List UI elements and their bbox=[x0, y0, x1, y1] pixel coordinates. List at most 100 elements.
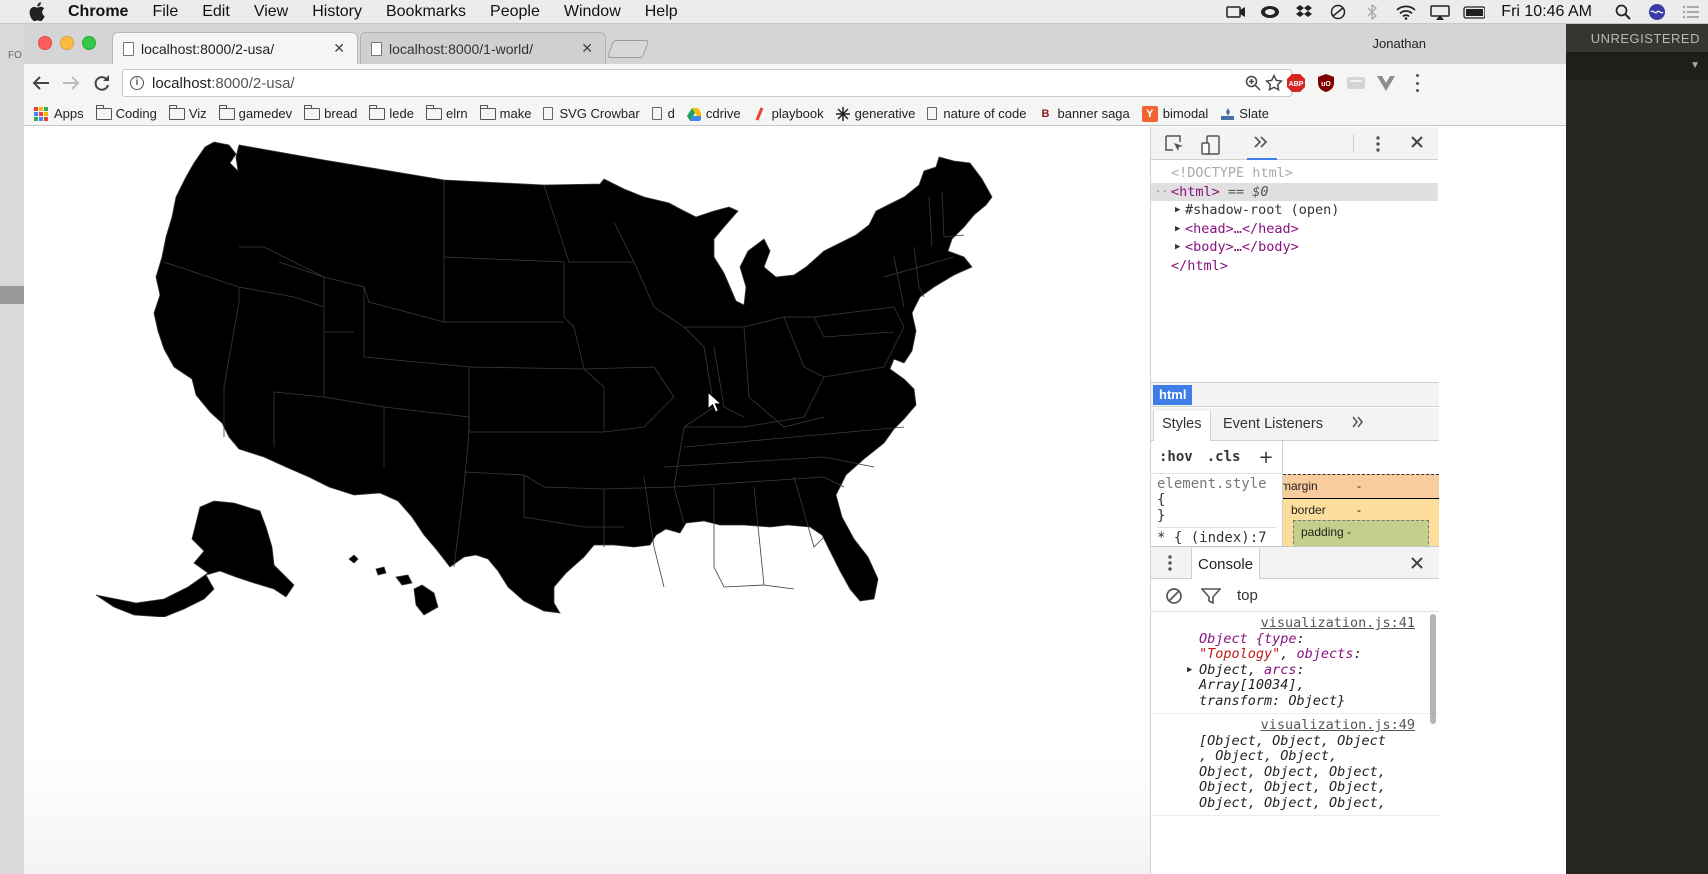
tab-event-listeners[interactable]: Event Listeners bbox=[1223, 416, 1323, 432]
console-scrollbar[interactable] bbox=[1430, 614, 1436, 724]
wifi-icon[interactable] bbox=[1395, 4, 1417, 20]
devtools-menu-icon[interactable] bbox=[1375, 135, 1381, 156]
universal-rule[interactable]: * { (index):7 bbox=[1157, 527, 1276, 546]
battery-icon[interactable] bbox=[1463, 4, 1486, 20]
siri-icon[interactable] bbox=[1646, 4, 1668, 20]
menu-window[interactable]: Window bbox=[564, 3, 621, 21]
hover-state-toggle[interactable]: :hov bbox=[1159, 449, 1193, 465]
dom-doctype[interactable]: <!DOCTYPE html> bbox=[1151, 164, 1438, 183]
dom-shadow-root[interactable]: ▶ #shadow-root (open) bbox=[1151, 201, 1438, 220]
expand-triangle-icon[interactable]: ▶ bbox=[1175, 220, 1180, 239]
breadcrumb-html[interactable]: html bbox=[1153, 385, 1193, 405]
reload-icon[interactable] bbox=[91, 72, 113, 94]
menu-help[interactable]: Help bbox=[645, 3, 678, 21]
bookmark-generative[interactable]: generative bbox=[835, 106, 915, 121]
menu-history[interactable]: History bbox=[312, 3, 362, 21]
spotlight-search-icon[interactable] bbox=[1612, 4, 1634, 20]
more-panels-icon[interactable] bbox=[1253, 135, 1269, 152]
bookmark-slate[interactable]: Slate bbox=[1220, 106, 1269, 121]
new-style-rule-button[interactable]: + bbox=[1258, 447, 1273, 468]
profile-name[interactable]: Jonathan bbox=[1373, 36, 1427, 51]
bookmark-lede[interactable]: lede bbox=[369, 104, 414, 121]
bookmark-elrn[interactable]: elrn bbox=[425, 104, 468, 121]
devtools-close-icon[interactable] bbox=[1410, 135, 1424, 152]
bookmark-bimodal[interactable]: Y bimodal bbox=[1141, 105, 1208, 122]
ublock-icon[interactable]: uO bbox=[1316, 74, 1336, 92]
margin-value[interactable]: - bbox=[1357, 479, 1361, 493]
dom-head[interactable]: ▶ <head>…</head> bbox=[1151, 220, 1438, 239]
airplay-icon[interactable] bbox=[1429, 4, 1451, 20]
dropdown-arrow-icon[interactable]: ▼ bbox=[1690, 60, 1700, 71]
bookmark-apps[interactable]: Apps bbox=[34, 106, 84, 121]
bookmark-d[interactable]: d bbox=[651, 106, 675, 121]
console-array-line[interactable]: [Object, Object, Object bbox=[1199, 733, 1423, 750]
screen-recorder-icon[interactable] bbox=[1225, 4, 1247, 20]
dropbox-icon[interactable] bbox=[1293, 4, 1315, 20]
bookmark-nature-of-code[interactable]: nature of code bbox=[927, 106, 1026, 121]
console-context-selector[interactable]: top bbox=[1237, 587, 1258, 604]
tab-usa[interactable]: localhost:8000/2-usa/ ✕ bbox=[112, 32, 358, 64]
address-url[interactable]: localhost:8000/2-usa/ bbox=[152, 75, 295, 92]
address-bar[interactable]: i localhost:8000/2-usa/ bbox=[122, 69, 1292, 97]
expand-triangle-icon[interactable]: ▶ bbox=[1175, 238, 1180, 257]
bookmark-coding[interactable]: Coding bbox=[95, 104, 157, 121]
tab-close-icon[interactable]: ✕ bbox=[581, 40, 593, 57]
console-source-link[interactable]: visualization.js:41 bbox=[1151, 615, 1423, 632]
drawer-close-icon[interactable] bbox=[1410, 556, 1424, 573]
dom-body[interactable]: ▶ <body>…</body> bbox=[1151, 238, 1438, 257]
tab-close-icon[interactable]: ✕ bbox=[333, 40, 345, 57]
extension-gray-icon[interactable] bbox=[1346, 74, 1366, 92]
forward-icon[interactable] bbox=[60, 72, 82, 94]
vue-devtools-icon[interactable] bbox=[1376, 74, 1396, 92]
bookmark-banner-saga[interactable]: B banner saga bbox=[1038, 106, 1130, 121]
bookmark-gamedev[interactable]: gamedev bbox=[218, 104, 292, 121]
expand-triangle-icon[interactable]: ▶ bbox=[1175, 201, 1180, 220]
bookmark-star-icon[interactable] bbox=[1264, 73, 1284, 97]
more-tabs-icon[interactable] bbox=[1351, 416, 1365, 432]
border-value[interactable]: - bbox=[1357, 503, 1361, 517]
adblock-plus-icon[interactable]: ABP bbox=[1286, 74, 1306, 92]
back-icon[interactable] bbox=[30, 72, 52, 94]
clear-console-icon[interactable] bbox=[1165, 587, 1183, 608]
menu-view[interactable]: View bbox=[254, 3, 288, 21]
tab-console[interactable]: Console bbox=[1191, 548, 1261, 580]
site-info-icon[interactable]: i bbox=[130, 76, 144, 90]
menu-people[interactable]: People bbox=[490, 3, 540, 21]
padding-label[interactable]: padding - bbox=[1301, 525, 1351, 539]
window-zoom-button[interactable] bbox=[82, 36, 96, 50]
menu-app-name[interactable]: Chrome bbox=[68, 3, 128, 21]
bookmark-viz[interactable]: Viz bbox=[168, 104, 207, 121]
drawer-menu-icon[interactable] bbox=[1167, 554, 1173, 575]
inspect-element-icon[interactable] bbox=[1165, 135, 1185, 156]
dom-html-selected[interactable]: ··· <html> == $0 bbox=[1151, 182, 1438, 202]
console-source-link[interactable]: visualization.js:49 bbox=[1151, 717, 1423, 734]
dom-html-close[interactable]: </html> bbox=[1151, 257, 1438, 276]
sync-icon[interactable] bbox=[1327, 4, 1349, 20]
element-style-rule[interactable]: element.style { } * { (index):7 bbox=[1151, 474, 1282, 546]
menu-bookmarks[interactable]: Bookmarks bbox=[386, 3, 466, 21]
notification-center-icon[interactable] bbox=[1680, 4, 1702, 20]
tab-styles[interactable]: Styles bbox=[1153, 411, 1211, 441]
new-tab-button[interactable] bbox=[606, 40, 650, 58]
bookmark-svg-crowbar[interactable]: SVG Crowbar bbox=[543, 106, 640, 121]
console-object-line[interactable]: Object {type: bbox=[1199, 631, 1423, 648]
window-close-button[interactable] bbox=[38, 36, 52, 50]
filter-icon[interactable] bbox=[1200, 587, 1222, 608]
menu-edit[interactable]: Edit bbox=[202, 3, 230, 21]
apple-menu-icon[interactable] bbox=[26, 2, 48, 22]
menu-file[interactable]: File bbox=[152, 3, 178, 21]
dom-ellipsis-icon[interactable]: ··· bbox=[1155, 183, 1175, 202]
bookmark-cdrive[interactable]: cdrive bbox=[686, 106, 741, 121]
bookmark-make[interactable]: make bbox=[479, 104, 531, 121]
bookmark-playbook[interactable]: playbook bbox=[753, 106, 824, 121]
device-toolbar-icon[interactable] bbox=[1201, 135, 1221, 158]
bookmark-bread[interactable]: bread bbox=[304, 104, 357, 121]
tab-world[interactable]: localhost:8000/1-world/ ✕ bbox=[360, 32, 606, 64]
zoom-icon[interactable] bbox=[1245, 75, 1261, 96]
window-minimize-button[interactable] bbox=[60, 36, 74, 50]
class-toggle[interactable]: .cls bbox=[1207, 449, 1241, 465]
chrome-menu-icon[interactable] bbox=[1414, 74, 1420, 92]
creative-cloud-icon[interactable] bbox=[1259, 4, 1281, 20]
menubar-clock[interactable]: Fri 10:46 AM bbox=[1501, 3, 1592, 21]
bluetooth-icon[interactable] bbox=[1361, 4, 1383, 20]
